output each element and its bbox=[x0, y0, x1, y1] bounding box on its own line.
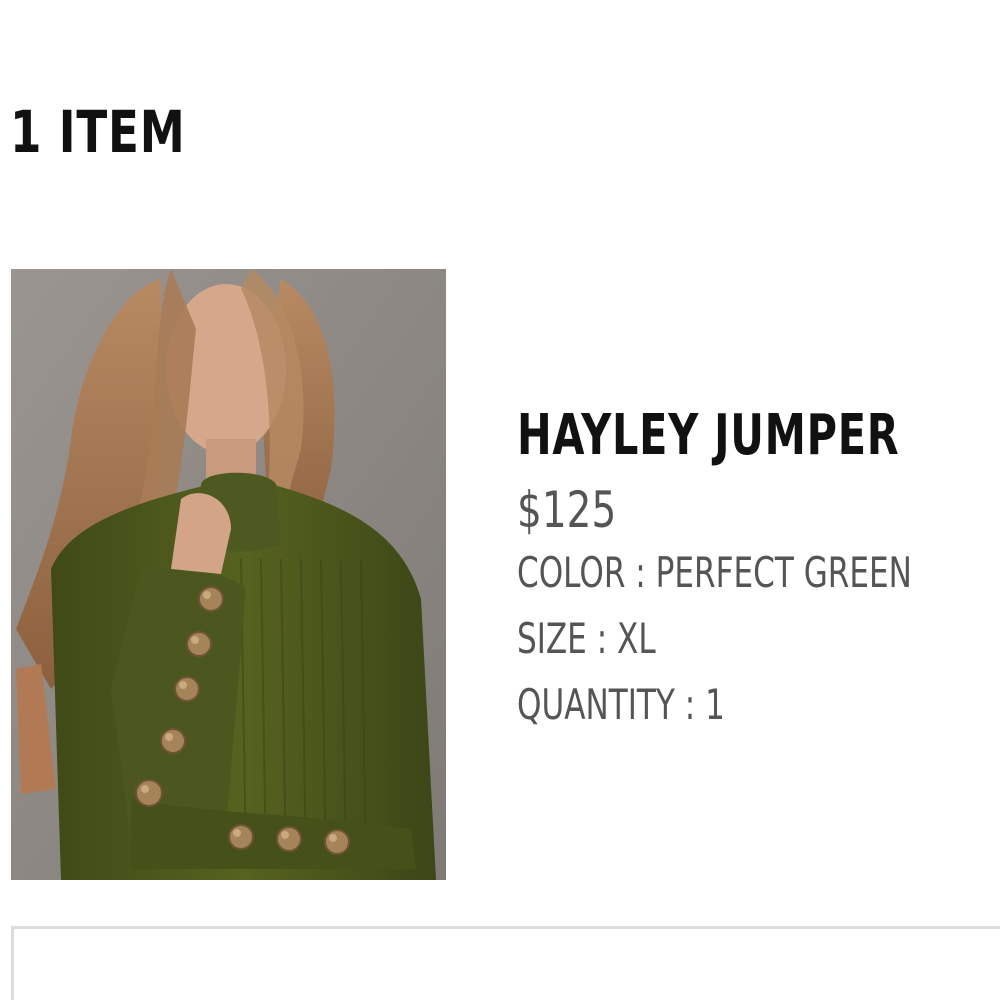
product-quantity: QUANTITY : 1 bbox=[517, 680, 725, 729]
cart-item-count: 1 ITEM bbox=[10, 98, 186, 166]
product-name[interactable]: HAYLEY JUMPER bbox=[517, 400, 899, 472]
product-size: SIZE : XL bbox=[517, 614, 656, 663]
product-details: HAYLEY JUMPER $125 COLOR : PERFECT GREEN… bbox=[517, 400, 997, 738]
product-color: COLOR : PERFECT GREEN bbox=[517, 548, 912, 597]
product-photo-icon bbox=[11, 269, 446, 880]
order-summary-panel bbox=[11, 926, 1000, 1000]
product-price: $125 bbox=[517, 481, 617, 539]
product-image[interactable] bbox=[11, 269, 446, 880]
